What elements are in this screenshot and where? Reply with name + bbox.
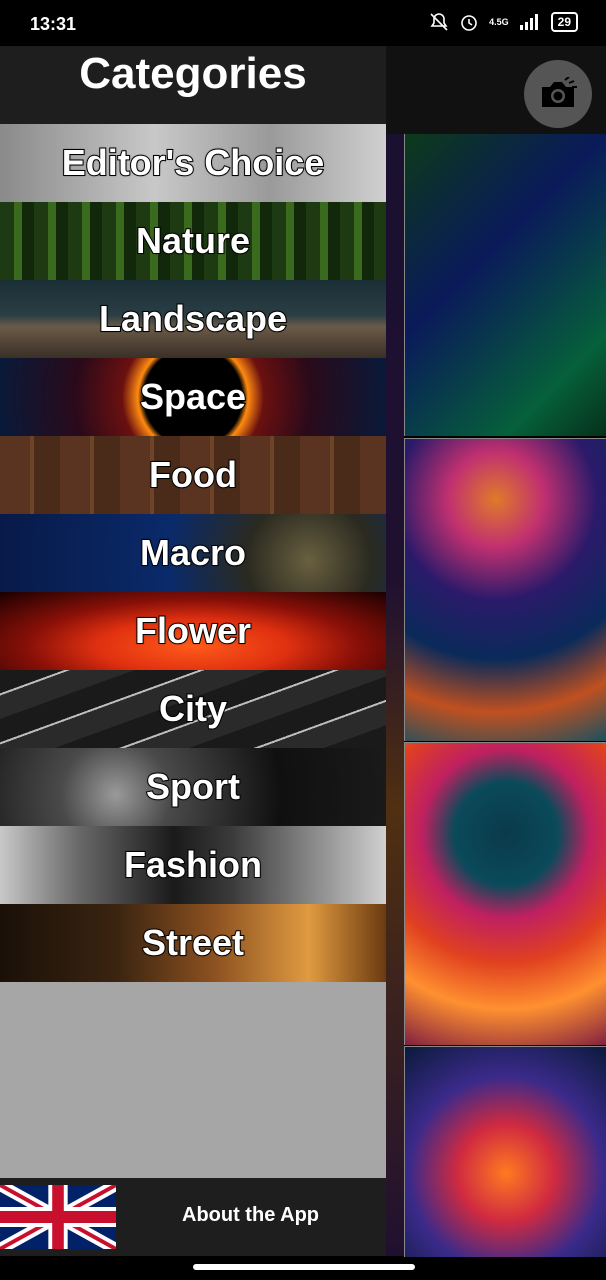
category-landscape[interactable]: Landscape [0, 280, 386, 358]
category-label: Food [148, 453, 238, 496]
category-label: Nature [135, 219, 251, 262]
category-macro[interactable]: Macro [0, 514, 386, 592]
battery-indicator: 29 [550, 12, 578, 32]
status-bar: 13:31 4.5G 29 [0, 0, 606, 46]
wallpaper-edge [386, 134, 404, 1256]
signal-icon [519, 14, 538, 30]
category-food[interactable]: Food [0, 436, 386, 514]
category-sport[interactable]: Sport [0, 748, 386, 826]
wallpaper-thumbnail[interactable] [404, 1046, 606, 1257]
network-type: 4.5G [489, 17, 509, 27]
category-label: Street [141, 921, 245, 964]
about-app-link[interactable]: About the App [182, 1204, 319, 1227]
alarm-icon [461, 15, 477, 31]
camera-icon [542, 77, 577, 107]
category-nature[interactable]: Nature [0, 202, 386, 280]
category-street[interactable]: Street [0, 904, 386, 982]
drawer-footer: About the App [0, 1178, 386, 1256]
navigation-drawer: Categories Editor's Choice Nature Landsc… [0, 46, 386, 1256]
category-label: Flower [134, 609, 252, 652]
category-label: Landscape [98, 297, 288, 340]
status-time: 13:31 [30, 14, 77, 34]
category-flower[interactable]: Flower [0, 592, 386, 670]
category-label: Fashion [123, 843, 263, 886]
notifications-off-icon [430, 13, 448, 31]
status-icons: 4.5G 29 [429, 12, 578, 32]
uk-flag-icon[interactable] [0, 1185, 116, 1249]
category-city[interactable]: City [0, 670, 386, 748]
category-space[interactable]: Space [0, 358, 386, 436]
category-label: City [158, 687, 228, 730]
wallpaper-thumbnail[interactable] [404, 438, 606, 741]
category-label: Sport [145, 765, 241, 808]
wallpaper-thumbnail[interactable] [404, 742, 606, 1045]
home-indicator[interactable] [193, 1264, 415, 1270]
category-fashion[interactable]: Fashion [0, 826, 386, 904]
category-label: Space [139, 375, 247, 418]
wallpaper-thumbnail[interactable] [404, 134, 606, 436]
category-label: Editor's Choice [61, 141, 326, 184]
camera-button[interactable] [524, 60, 592, 128]
category-label: Macro [139, 531, 247, 574]
wallpaper-grid [386, 46, 606, 1257]
category-editors-choice[interactable]: Editor's Choice [0, 124, 386, 202]
drawer-title: Categories [0, 46, 386, 124]
